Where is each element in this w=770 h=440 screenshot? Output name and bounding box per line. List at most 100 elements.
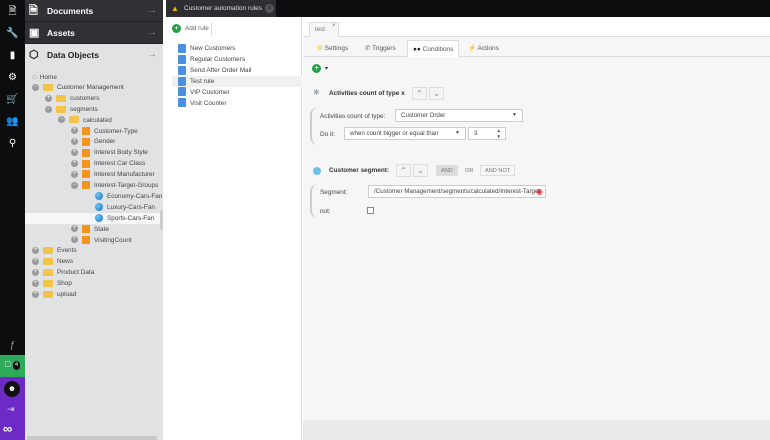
collapse-icon[interactable]: −	[58, 116, 65, 124]
object-icon	[82, 181, 90, 190]
tree-item[interactable]: − segments	[25, 104, 160, 115]
tree-item[interactable]: − calculated	[25, 115, 160, 126]
move-down-button[interactable]: ⌄	[429, 87, 444, 100]
tree-item[interactable]: Sports-Cars-Fan	[25, 212, 160, 224]
collapse-icon[interactable]: −	[32, 83, 39, 91]
tree-item[interactable]: + Interest Body Style	[25, 147, 160, 158]
rule-item[interactable]: New Customers	[178, 43, 302, 54]
expand-icon[interactable]: +	[32, 247, 39, 255]
users-icon[interactable]: 👥	[0, 111, 25, 132]
chart-icon[interactable]: ▮	[0, 45, 25, 66]
section-documents[interactable]: 🗎 Documents →	[25, 0, 163, 22]
tree-item[interactable]: + VisitingCount	[25, 235, 160, 246]
wrench-icon[interactable]: 🔧	[0, 23, 25, 44]
close-tab-icon[interactable]: ×	[265, 4, 274, 13]
rule-file-icon	[178, 76, 186, 86]
operator-or[interactable]: OR	[460, 165, 478, 176]
caret-down-icon[interactable]: ▾	[325, 65, 328, 72]
expand-icon[interactable]: +	[71, 149, 78, 157]
tree-item[interactable]: + News	[25, 256, 160, 267]
expand-icon[interactable]: +	[32, 269, 39, 276]
rule-item[interactable]: Test rule	[172, 75, 302, 87]
main-nav: 🗎 🔧 ▮ ⚙ 🛒 👥 ⚲ ƒ □ 4 ☻ ⇥ ∞	[0, 0, 25, 440]
expand-icon[interactable]: +	[45, 94, 52, 102]
tree-item[interactable]: + State	[25, 224, 160, 235]
tree-item[interactable]: Economy-Cars-Fan	[25, 191, 162, 202]
rule-file-icon	[178, 65, 186, 75]
move-up-button[interactable]: ⌃	[396, 164, 411, 177]
expand-icon[interactable]: +	[71, 236, 78, 244]
rule-file-icon	[178, 54, 186, 64]
close-icon[interactable]: ×	[332, 19, 336, 33]
splitter-handle[interactable]	[160, 210, 163, 230]
rule-item[interactable]: Send After Order Mail	[178, 65, 302, 76]
pimcore-logo-icon[interactable]: ∞	[3, 421, 12, 436]
arrow-right-icon: →	[147, 27, 157, 38]
tab-test[interactable]: test ×	[309, 22, 339, 37]
expand-icon[interactable]: +	[71, 138, 78, 146]
expand-icon[interactable]: +	[71, 225, 78, 233]
tree-item[interactable]: − Interest-Target-Groups	[25, 180, 160, 191]
tree-item[interactable]: + Customer-Type	[25, 126, 160, 137]
symfony-icon[interactable]: ƒ	[0, 335, 25, 356]
object-icon	[82, 224, 90, 233]
tree-item[interactable]: + Interest Manufacturer	[25, 169, 160, 180]
move-down-button[interactable]: ⌄	[413, 164, 428, 177]
section-data-objects[interactable]: ⬡ Data Objects →	[25, 44, 163, 67]
tab-conditions[interactable]: ●● Conditions	[407, 40, 460, 57]
search-icon[interactable]: ⚲	[0, 133, 25, 154]
footer-area	[303, 420, 770, 440]
expand-icon[interactable]: +	[71, 160, 78, 167]
add-condition-button[interactable]: +	[312, 64, 321, 73]
clear-target-icon[interactable]: ◉	[536, 186, 543, 197]
not-checkbox[interactable]	[367, 207, 374, 214]
comparison-select[interactable]: when count bigger or equal than ▼	[344, 127, 466, 140]
activity-icon: ✱	[313, 88, 320, 97]
bracket	[310, 184, 318, 218]
rule-item[interactable]: Regular Customers	[178, 54, 302, 65]
arrow-right-icon: →	[147, 5, 157, 16]
tree-item[interactable]: + Shop	[25, 278, 160, 289]
tree-item[interactable]: + Events	[25, 245, 160, 256]
tree-item[interactable]: − Customer Management	[25, 82, 160, 93]
expand-icon[interactable]: +	[32, 290, 39, 298]
collapse-icon[interactable]: −	[45, 105, 52, 113]
move-up-button[interactable]: ⌃	[412, 87, 427, 100]
rule-item[interactable]: Visit Counter	[178, 98, 302, 109]
tree-item[interactable]: + Gender	[25, 136, 160, 147]
tree-item[interactable]: + Product Data	[25, 267, 160, 278]
operator-and-not[interactable]: AND NOT	[480, 165, 516, 176]
segment-icon	[313, 167, 321, 175]
expand-icon[interactable]: +	[71, 127, 78, 135]
expand-icon[interactable]: +	[71, 170, 78, 178]
segment-input[interactable]: /Customer Management/segments/calculated…	[368, 185, 546, 198]
tree-item[interactable]: ⌂ Home	[25, 71, 160, 82]
gear-icon[interactable]: ⚙	[0, 67, 25, 88]
activity-type-select[interactable]: Customer Order ▼	[395, 109, 523, 122]
logout-icon[interactable]: ⇥	[7, 404, 15, 415]
folder-icon	[56, 94, 66, 102]
home-icon: ⌂	[32, 72, 37, 81]
file-icon[interactable]: 🗎	[0, 1, 25, 22]
add-rule-button[interactable]: + Add rule	[172, 23, 209, 35]
section-assets[interactable]: ▣ Assets →	[25, 22, 163, 44]
rule-item[interactable]: VIP Customer	[178, 87, 302, 98]
tab-customer-automation-rules[interactable]: ▲ Customer automation rules ×	[166, 0, 276, 17]
collapse-icon[interactable]: −	[71, 181, 78, 189]
tree-item[interactable]: + customers	[25, 93, 160, 104]
notifications-button[interactable]: □ 4	[0, 355, 25, 377]
expand-icon[interactable]: +	[32, 258, 39, 266]
tab-settings[interactable]: ⚙ Settings	[312, 40, 353, 57]
cart-icon[interactable]: 🛒	[0, 89, 25, 110]
tab-triggers[interactable]: ✆ Triggers	[360, 40, 401, 57]
tab-actions[interactable]: ⚡ Actions	[463, 40, 504, 57]
expand-icon[interactable]: +	[32, 279, 39, 287]
horizontal-scrollbar[interactable]	[27, 436, 157, 440]
tree-item[interactable]: + upload	[25, 289, 160, 300]
operator-and[interactable]: AND	[436, 165, 458, 176]
tree-item[interactable]: + Interest Car Class	[25, 158, 160, 169]
count-input[interactable]: 3 ▲ ▼	[468, 127, 506, 140]
avatar[interactable]: ☻	[4, 381, 20, 397]
stepper-icon[interactable]: ▲ ▼	[497, 128, 501, 140]
tree-item[interactable]: Luxury-Cars-Fan	[25, 202, 160, 213]
